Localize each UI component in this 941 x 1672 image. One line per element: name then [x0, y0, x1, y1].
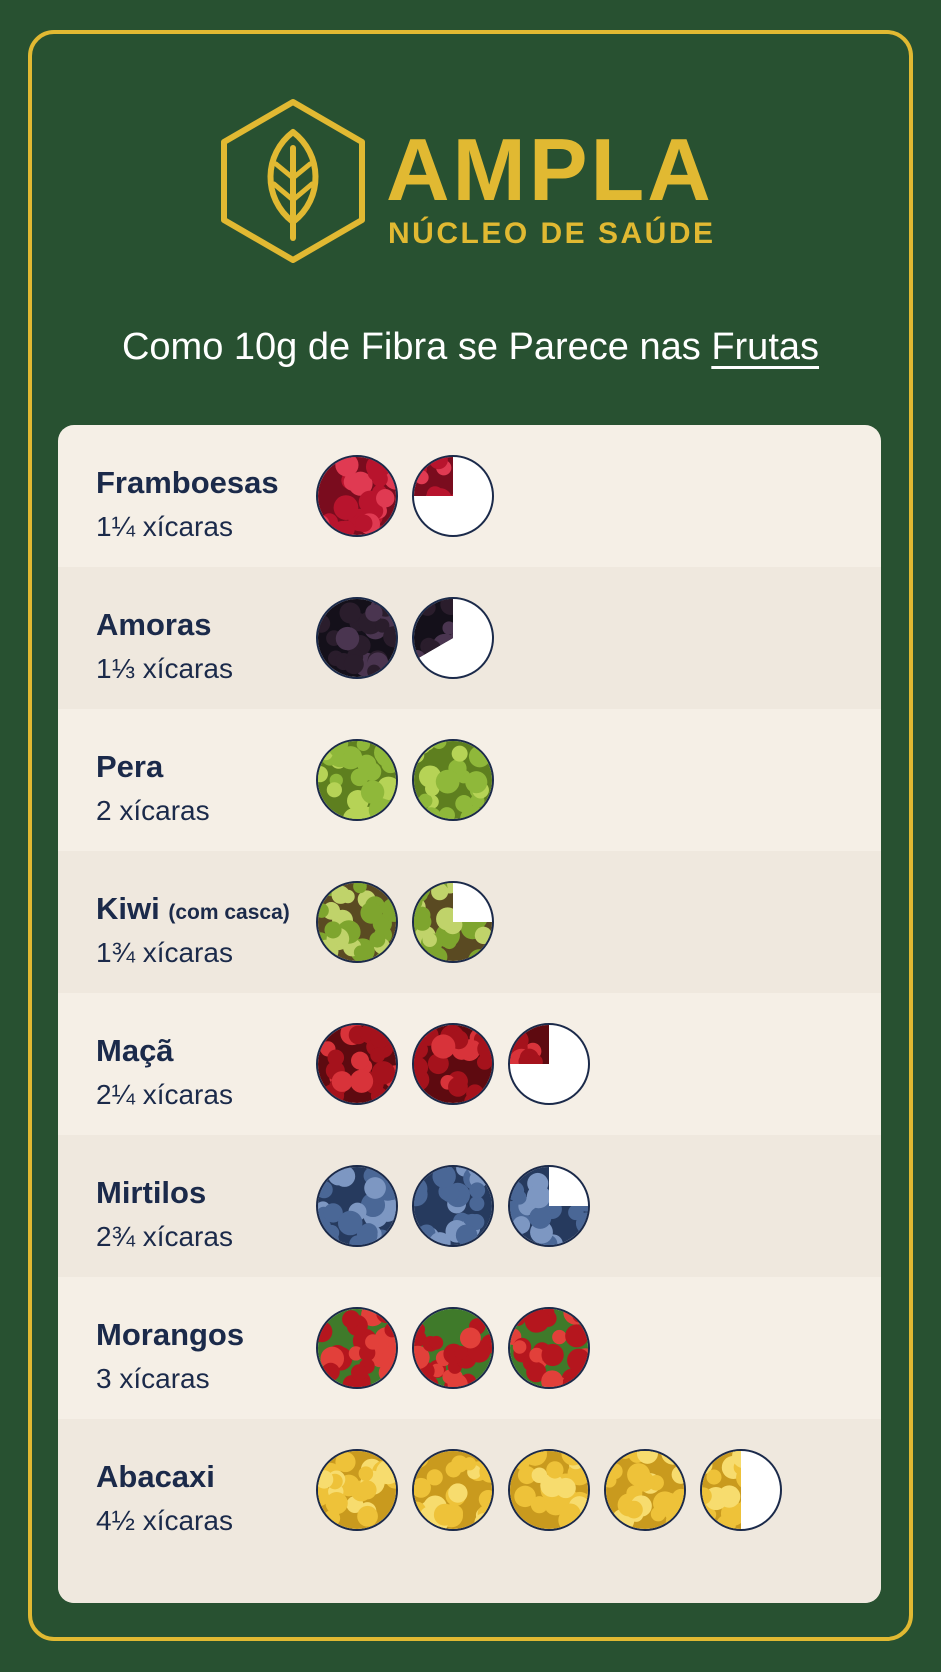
- cup-circle: [316, 881, 398, 963]
- fruit-amount: 4½ xícaras: [96, 1505, 233, 1536]
- fruit-amount: 2¼ xícaras: [96, 1079, 233, 1110]
- brand-subtitle: NÚCLEO DE SAÚDE: [388, 217, 716, 250]
- page-title: Como 10g de Fibra se Parece nas Frutas: [0, 325, 941, 371]
- cup-circle: [316, 597, 398, 679]
- leaf-icon: [221, 99, 365, 263]
- cup-circle: [508, 1449, 590, 1531]
- fruit-row: Framboesas 1¼ xícaras: [58, 425, 881, 567]
- fruit-name: Kiwi (com casca): [96, 891, 290, 926]
- cup-circle: [316, 1449, 398, 1531]
- fruit-name: Framboesas: [96, 465, 279, 500]
- fruit-name: Mirtilos: [96, 1175, 207, 1210]
- fruit-name: Morangos: [96, 1317, 245, 1352]
- fruit-name: Pera: [96, 749, 164, 784]
- fruit-row: Mirtilos 2¾ xícaras: [58, 1135, 881, 1277]
- fruit-amount: 2¾ xícaras: [96, 1221, 233, 1252]
- fruit-amount: 2 xícaras: [96, 795, 210, 826]
- fruit-name: Maçã: [96, 1033, 174, 1068]
- cup-circle: [316, 1307, 398, 1389]
- cup-circle: [412, 739, 494, 821]
- fruit-row: Pera 2 xícaras: [58, 709, 881, 851]
- fruit-row: Maçã 2¼ xícaras: [58, 993, 881, 1135]
- fruit-row: Kiwi (com casca) 1¾ xícaras: [58, 851, 881, 993]
- brand-name: AMPLA: [386, 120, 714, 219]
- fruit-table: Framboesas 1¼ xícaras Amoras 1⅓ xícaras …: [58, 425, 881, 1603]
- fruit-amount: 3 xícaras: [96, 1363, 210, 1394]
- cup-circle: [508, 1023, 590, 1105]
- cup-circle: [316, 1023, 398, 1105]
- cup-circle: [316, 455, 398, 537]
- fruit-row: Abacaxi 4½ xícaras: [58, 1419, 881, 1603]
- cup-circle: [316, 739, 398, 821]
- cup-circle: [412, 1165, 494, 1247]
- fruit-amount: 1¾ xícaras: [96, 937, 233, 968]
- cup-circle: [412, 1023, 494, 1105]
- brand-header: AMPLA NÚCLEO DE SAÚDE: [0, 92, 941, 272]
- fruit-amount: 1¼ xícaras: [96, 511, 233, 542]
- cup-circle: [700, 1449, 782, 1531]
- cup-circle: [508, 1307, 590, 1389]
- cup-circle: [412, 1449, 494, 1531]
- cup-circle: [412, 1307, 494, 1389]
- fruit-amount: 1⅓ xícaras: [96, 653, 233, 684]
- fruit-name: Abacaxi: [96, 1459, 215, 1494]
- cup-circle: [412, 455, 494, 537]
- fruit-row: Morangos 3 xícaras: [58, 1277, 881, 1419]
- fruit-row: Amoras 1⅓ xícaras: [58, 567, 881, 709]
- cup-circle: [316, 1165, 398, 1247]
- fruit-note: (com casca): [168, 901, 290, 924]
- page-title-text: Como 10g de Fibra se Parece nas: [121, 326, 712, 368]
- cup-circle: [412, 597, 494, 679]
- fruit-name: Amoras: [96, 607, 212, 642]
- cup-circle: [508, 1165, 590, 1247]
- page-title-emphasis: Frutas: [711, 326, 820, 368]
- cup-circle: [604, 1449, 686, 1531]
- cup-circle: [412, 881, 494, 963]
